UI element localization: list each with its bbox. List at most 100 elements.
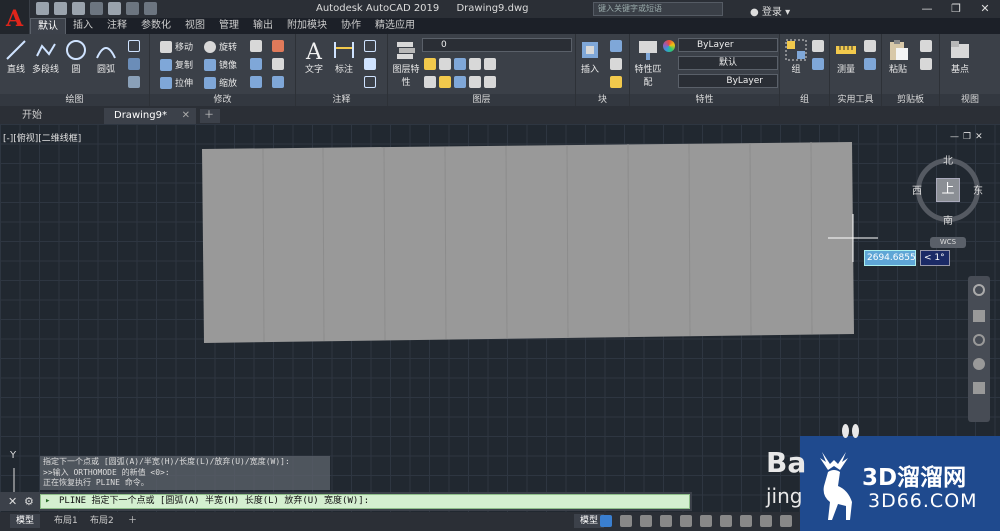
panel-properties-title[interactable]: 特性 — [630, 94, 779, 106]
rectangle-icon[interactable] — [128, 40, 140, 52]
hatch-icon[interactable] — [128, 58, 140, 70]
compass-north[interactable]: 北 — [943, 152, 953, 167]
explode-icon[interactable] — [272, 58, 284, 70]
tab-collaborate[interactable]: 协作 — [334, 18, 368, 34]
compass-east[interactable]: 东 — [973, 182, 983, 197]
ungroup-icon[interactable] — [812, 40, 824, 52]
tab-featured-apps[interactable]: 精选应用 — [368, 18, 422, 34]
tab-insert[interactable]: 插入 — [66, 18, 100, 34]
steering-wheel-icon[interactable] — [973, 284, 985, 296]
save-icon[interactable] — [72, 2, 85, 15]
panel-draw-title[interactable]: 绘图 — [0, 94, 149, 106]
panel-utilities-title[interactable]: 实用工具 — [830, 94, 881, 106]
trim-icon[interactable] — [250, 40, 262, 52]
tab-start[interactable]: 开始 — [12, 108, 100, 124]
isodraft-icon[interactable] — [680, 515, 692, 527]
group-tool[interactable]: 组 — [784, 38, 808, 75]
layout-tab-layout1[interactable]: 布局1 — [48, 514, 84, 528]
panel-block-title[interactable]: 块 — [576, 94, 629, 106]
compass-south[interactable]: 南 — [943, 212, 953, 227]
create-block-icon[interactable] — [610, 40, 622, 52]
tab-drawing9[interactable]: Drawing9* ✕ — [104, 108, 196, 124]
app-logo[interactable]: A — [0, 0, 30, 38]
layer-unlock-icon[interactable] — [469, 76, 481, 88]
gradient-icon[interactable] — [128, 76, 140, 88]
line-tool[interactable]: 直线 — [4, 38, 28, 75]
linetype-dropdown[interactable]: 默认 — [678, 56, 778, 70]
command-input[interactable]: ▸ PLINE 指定下一个点或 [圆弧(A) 半宽(H) 长度(L) 放弃(U)… — [40, 494, 690, 509]
redo-icon[interactable] — [144, 2, 157, 15]
circle-tool[interactable]: 圆 — [64, 38, 88, 75]
layer-match-icon[interactable] — [484, 58, 496, 70]
add-layout-button[interactable]: ＋ — [122, 514, 143, 528]
layer-copy-icon[interactable] — [484, 76, 496, 88]
save-as-icon[interactable] — [90, 2, 103, 15]
mirror-button[interactable]: 镜像 — [204, 58, 237, 71]
dynamic-angle-input[interactable]: < 1° — [920, 250, 950, 266]
object-snap-tracking-icon[interactable] — [700, 515, 712, 527]
layer-dropdown[interactable]: 0 — [422, 38, 572, 52]
erase-icon[interactable] — [272, 40, 284, 52]
layer-isolate-icon[interactable] — [439, 58, 451, 70]
calculator-icon[interactable] — [864, 58, 876, 70]
table-icon[interactable] — [364, 76, 376, 88]
ucs-menu[interactable]: WCS — [930, 237, 966, 248]
move-button[interactable]: 移动 — [160, 40, 193, 53]
grid-icon[interactable] — [600, 515, 612, 527]
color-dropdown[interactable]: ByLayer — [678, 38, 778, 52]
orbit-icon[interactable] — [973, 358, 985, 370]
layer-unisolate-icon[interactable] — [439, 76, 451, 88]
color-wheel-icon[interactable] — [663, 40, 675, 52]
viewcube[interactable]: 上 北 南 东 西 — [912, 152, 983, 227]
paste-tool[interactable]: 粘贴 — [886, 38, 910, 75]
panel-clipboard-title[interactable]: 剪贴板 — [882, 94, 939, 106]
copy-button[interactable]: 复制 — [160, 58, 193, 71]
layer-off-icon[interactable] — [424, 58, 436, 70]
undo-icon[interactable] — [126, 2, 139, 15]
tab-default[interactable]: 默认 — [30, 18, 66, 34]
polyline-tool[interactable]: 多段线 — [32, 38, 59, 75]
fillet-icon[interactable] — [250, 58, 262, 70]
cut-icon[interactable] — [920, 40, 932, 52]
new-file-icon[interactable] — [36, 2, 49, 15]
close-command-icon[interactable]: ✕ — [8, 495, 17, 508]
panel-annotation-title[interactable]: 注释 — [296, 94, 387, 106]
panel-view-title[interactable]: 视图 — [940, 94, 1000, 106]
close-button[interactable]: ✕ — [971, 1, 999, 16]
tab-manage[interactable]: 管理 — [212, 18, 246, 34]
stretch-button[interactable]: 拉伸 — [160, 76, 193, 89]
tab-annotate[interactable]: 注释 — [100, 18, 134, 34]
scale-button[interactable]: 缩放 — [204, 76, 237, 89]
offset-icon[interactable] — [272, 76, 284, 88]
match-properties-tool[interactable]: 特性匹配 — [634, 38, 662, 88]
leader-icon[interactable] — [364, 58, 376, 70]
tab-parametric[interactable]: 参数化 — [134, 18, 178, 34]
minimize-button[interactable]: — — [913, 1, 941, 16]
panel-groups-title[interactable]: 组 — [780, 94, 829, 106]
layer-properties-tool[interactable]: 图层特性 — [392, 38, 420, 88]
showmotion-icon[interactable] — [973, 382, 985, 394]
lineweight-dropdown[interactable]: ByLayer — [678, 74, 778, 88]
viewcube-top-face[interactable]: 上 — [936, 178, 960, 202]
dimension-tool[interactable]: 标注 — [332, 38, 356, 75]
viewport-window-controls[interactable]: —❐✕ — [950, 132, 987, 142]
tab-view[interactable]: 视图 — [178, 18, 212, 34]
object-snap-icon[interactable] — [720, 515, 732, 527]
panel-layers-title[interactable]: 图层 — [388, 94, 575, 106]
array-icon[interactable] — [250, 76, 262, 88]
base-point-tool[interactable]: 基点 — [948, 38, 972, 75]
snap-icon[interactable] — [620, 515, 632, 527]
measure-tool[interactable]: 测量 — [834, 38, 858, 75]
panel-modify-title[interactable]: 修改 — [150, 94, 295, 106]
tab-addins[interactable]: 附加模块 — [280, 18, 334, 34]
tab-output[interactable]: 输出 — [246, 18, 280, 34]
new-tab-button[interactable]: ＋ — [200, 109, 220, 123]
arc-tool[interactable]: 圆弧 — [94, 38, 118, 75]
group-edit-icon[interactable] — [812, 58, 824, 70]
selection-cycling-icon[interactable] — [780, 515, 792, 527]
quick-select-icon[interactable] — [864, 40, 876, 52]
search-input[interactable]: 键入关键字或短语 — [593, 2, 723, 16]
edit-block-icon[interactable] — [610, 58, 622, 70]
layout-tab-layout2[interactable]: 布局2 — [84, 514, 120, 528]
zoom-icon[interactable] — [973, 334, 985, 346]
